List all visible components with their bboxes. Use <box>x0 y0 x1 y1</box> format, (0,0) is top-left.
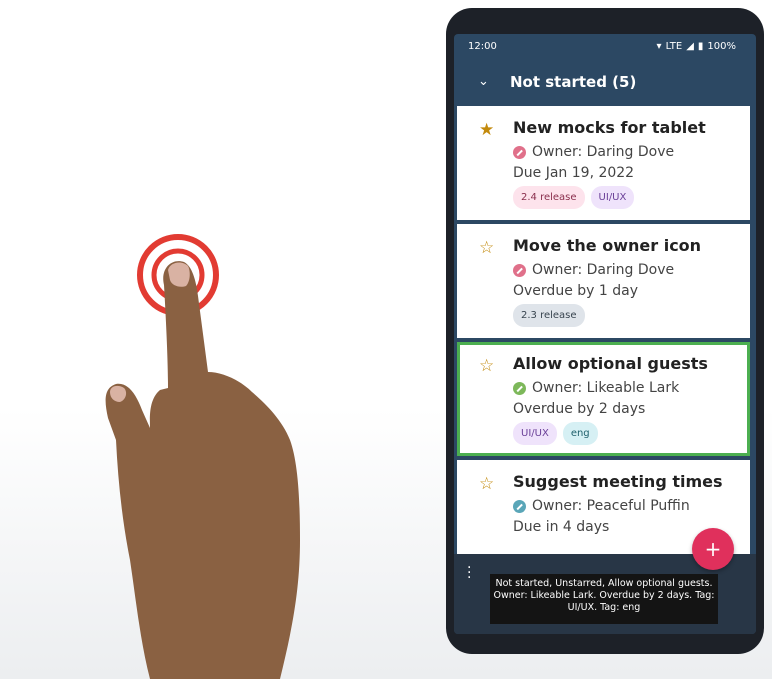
tag-chip: 2.3 release <box>513 304 585 327</box>
task-tags: 2.3 release <box>513 304 585 327</box>
task-title: Move the owner icon <box>513 236 702 255</box>
status-time: 12:00 <box>468 41 497 52</box>
hand-icon <box>105 261 300 679</box>
owner-label: Owner: Likeable Lark <box>532 380 680 396</box>
task-tags: 2.4 release UI/UX <box>513 186 635 209</box>
battery-icon: ▮ <box>697 41 704 52</box>
status-indicators: ▾ LTE ◢ ▮ 100% <box>657 41 736 52</box>
task-due: Due Jan 19, 2022 <box>513 165 635 181</box>
task-card[interactable]: ★ New mocks for tablet Owner: Daring Dov… <box>457 106 750 220</box>
task-due: Due in 4 days <box>513 519 610 535</box>
tag-chip: UI/UX <box>590 186 635 209</box>
owner-avatar-icon <box>513 499 526 513</box>
tag-chip: UI/UX <box>513 422 557 445</box>
task-title: Suggest meeting times <box>513 472 723 491</box>
star-outline-icon[interactable]: ☆ <box>479 474 494 494</box>
task-card-selected[interactable]: ☆ Allow optional guests Owner: Likeable … <box>457 342 750 456</box>
task-owner: Owner: Daring Dove <box>513 144 674 160</box>
task-card[interactable]: ☆ Move the owner icon Owner: Daring Dove… <box>457 224 750 338</box>
owner-label: Owner: Daring Dove <box>532 144 675 160</box>
tag-chip: eng <box>562 422 598 445</box>
owner-label: Owner: Peaceful Puffin <box>532 498 690 514</box>
section-header[interactable]: ⌄ Not started (5) <box>454 62 756 106</box>
task-tags: UI/UX eng <box>513 422 598 445</box>
owner-avatar-icon <box>513 145 526 159</box>
owner-avatar-icon <box>513 381 526 395</box>
phone-screen: 12:00 ▾ LTE ◢ ▮ 100% ⌄ Not started (5) ★… <box>454 34 756 634</box>
tag-chip: 2.4 release <box>513 186 585 209</box>
owner-avatar-icon <box>513 263 526 277</box>
section-title: Not started (5) <box>510 73 637 91</box>
task-due: Overdue by 2 days <box>513 401 646 417</box>
battery-label: 100% <box>707 41 736 52</box>
star-outline-icon[interactable]: ☆ <box>479 356 494 376</box>
star-outline-icon[interactable]: ☆ <box>479 238 494 258</box>
task-due: Overdue by 1 day <box>513 283 638 299</box>
signal-icon: ◢ <box>686 41 694 52</box>
add-task-button[interactable]: + <box>692 528 734 570</box>
status-bar: 12:00 ▾ LTE ◢ ▮ 100% <box>454 34 756 62</box>
task-owner: Owner: Peaceful Puffin <box>513 498 690 514</box>
wifi-icon: ▾ <box>656 41 662 52</box>
task-owner: Owner: Likeable Lark <box>513 380 679 396</box>
star-icon[interactable]: ★ <box>479 120 494 140</box>
task-title: Allow optional guests <box>513 354 708 373</box>
owner-label: Owner: Daring Dove <box>532 262 675 278</box>
network-label: LTE <box>665 41 683 52</box>
task-owner: Owner: Daring Dove <box>513 262 674 278</box>
more-options-icon[interactable]: · · · <box>467 561 471 585</box>
phone-frame: 12:00 ▾ LTE ◢ ▮ 100% ⌄ Not started (5) ★… <box>446 8 764 654</box>
accessibility-tooltip: Not started, Unstarred, Allow optional g… <box>490 574 718 624</box>
task-title: New mocks for tablet <box>513 118 706 137</box>
chevron-down-icon[interactable]: ⌄ <box>478 74 489 89</box>
